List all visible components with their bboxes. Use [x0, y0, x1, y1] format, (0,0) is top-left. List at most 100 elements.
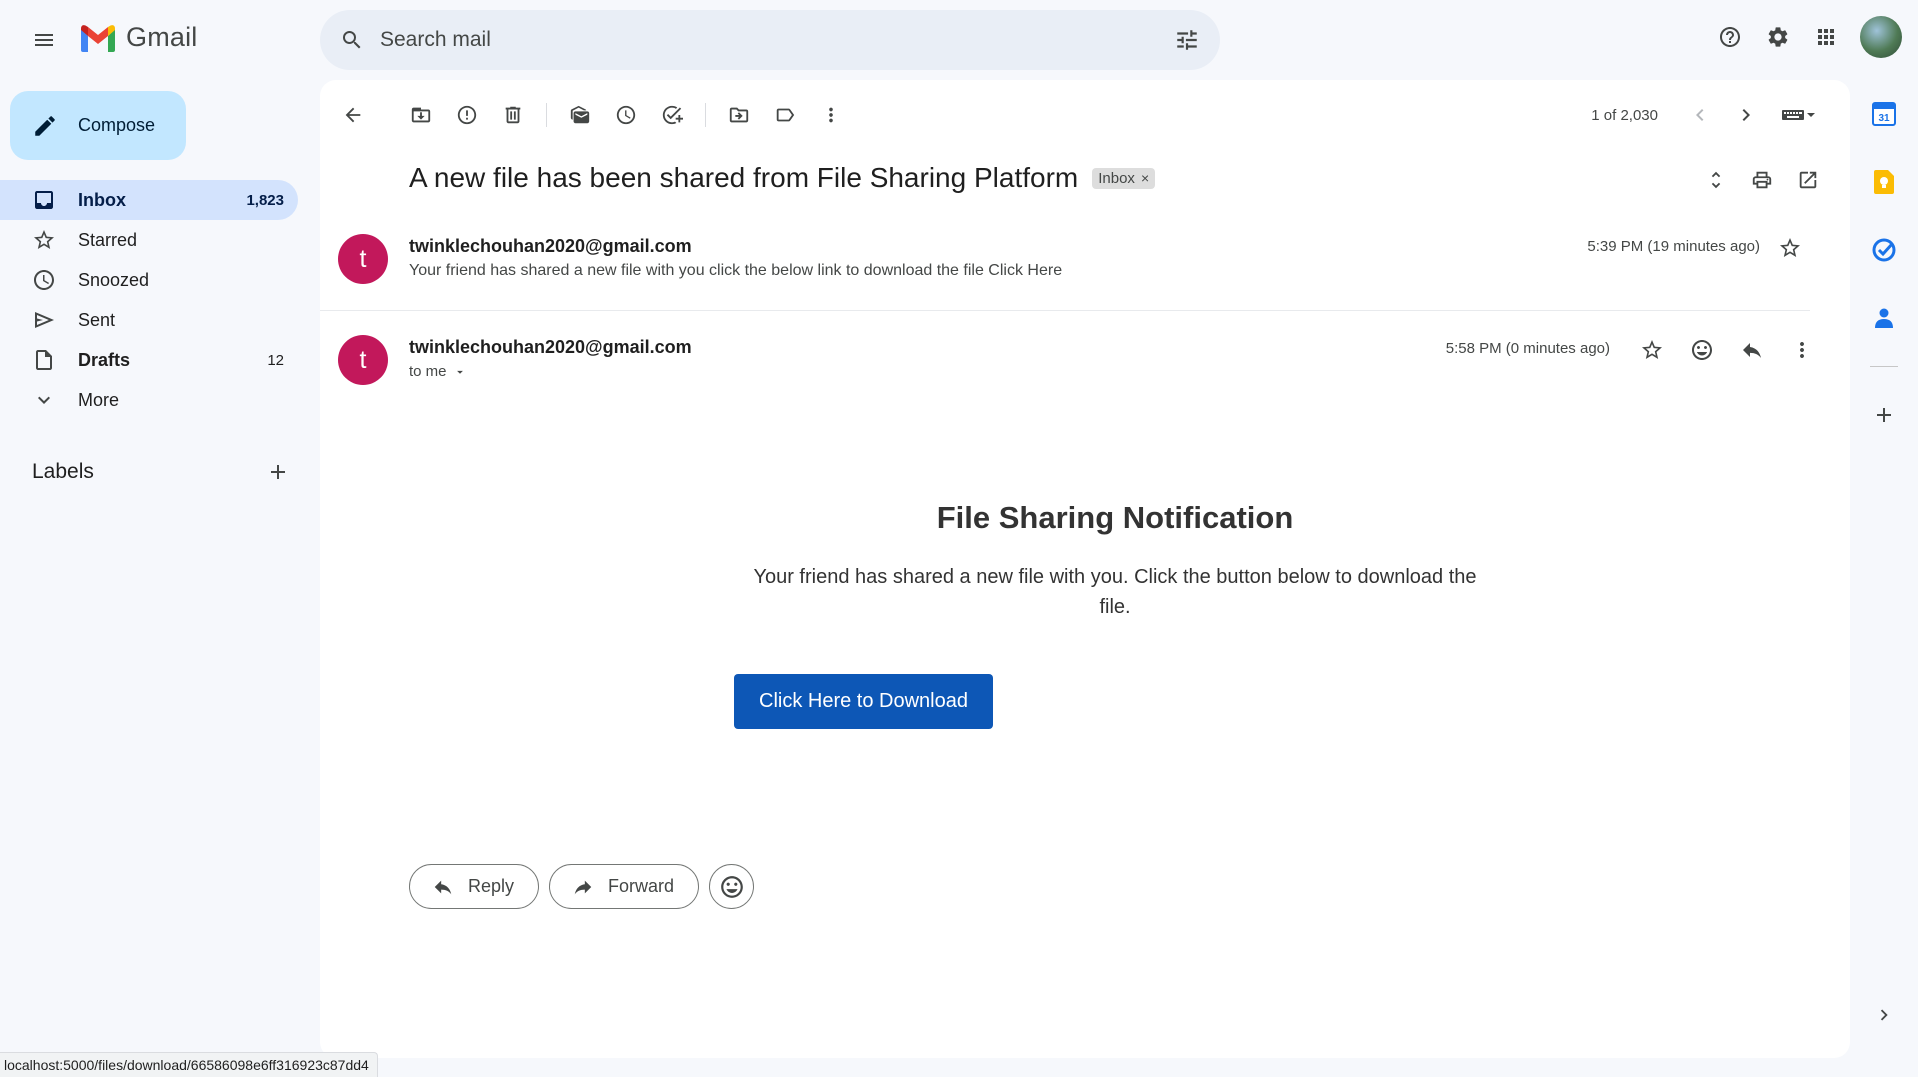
open-new-window-button[interactable] — [1788, 160, 1828, 200]
search-icon[interactable] — [340, 28, 364, 52]
emoji-icon — [720, 875, 743, 898]
unread-count: 1,823 — [246, 191, 284, 209]
reply-button[interactable] — [1732, 330, 1772, 370]
search-input[interactable] — [380, 28, 1174, 52]
compose-label: Compose — [78, 115, 156, 135]
keep-app-button[interactable] — [1864, 162, 1904, 202]
trash-icon — [505, 106, 521, 124]
message-time: 5:39 PM (19 minutes ago) — [1587, 238, 1760, 255]
clock-icon — [616, 105, 636, 125]
unfold-more-icon — [1711, 171, 1721, 189]
more-options-button[interactable] — [808, 92, 854, 138]
keyboard-icon — [1782, 110, 1815, 120]
compose-button[interactable]: Compose — [10, 91, 186, 160]
archive-button[interactable] — [398, 92, 444, 138]
sender-email[interactable]: twinklechouhan2020@gmail.com — [409, 236, 692, 257]
contacts-app-button[interactable] — [1864, 298, 1904, 338]
message-actions — [1632, 330, 1822, 370]
sidebar-item-label: More — [78, 389, 120, 410]
settings-button[interactable] — [1758, 17, 1798, 57]
tasks-icon — [1872, 238, 1896, 262]
star-icon — [32, 228, 56, 252]
report-icon — [457, 105, 477, 125]
sidebar-item-label: Sent — [78, 309, 116, 330]
labels-header: Labels — [32, 452, 298, 492]
label-icon — [776, 108, 795, 122]
side-panel: 31 — [1850, 80, 1918, 1077]
sender-avatar[interactable]: t — [338, 234, 388, 284]
star-button[interactable] — [1632, 330, 1672, 370]
message-view: 1 of 2,030 A new file has been shared fr… — [320, 80, 1850, 1058]
open-in-new-icon — [1799, 171, 1817, 189]
apps-grid-icon — [1818, 29, 1834, 45]
sidebar-item-label: Inbox — [78, 189, 126, 210]
contacts-icon — [1875, 308, 1893, 328]
print-all-button[interactable] — [1742, 160, 1782, 200]
main-menu-button[interactable] — [24, 20, 64, 60]
help-icon — [1720, 27, 1740, 47]
download-link-button[interactable]: Click Here to Download — [734, 674, 993, 729]
move-folder-icon — [729, 107, 749, 123]
message-snippet[interactable]: Your friend has shared a new file with y… — [409, 262, 1062, 280]
support-button[interactable] — [1710, 17, 1750, 57]
gmail-logo[interactable]: Gmail — [78, 22, 198, 53]
sender-avatar[interactable]: t — [338, 335, 388, 385]
inbox-icon — [32, 188, 56, 212]
chevron-right-icon — [1880, 1009, 1888, 1021]
email-subject: A new file has been shared from File Sha… — [409, 162, 1079, 193]
add-task-icon — [662, 105, 683, 125]
hamburger-menu-icon — [35, 34, 53, 46]
sidebar-item-sent[interactable]: Sent — [0, 300, 298, 340]
newer-button[interactable] — [1680, 95, 1720, 135]
email-text: Your friend has shared a new file with y… — [753, 566, 1477, 618]
sender-email[interactable]: twinklechouhan2020@gmail.com — [409, 337, 692, 358]
remove-label-button[interactable]: × — [1141, 170, 1149, 186]
mark-unread-button[interactable] — [557, 92, 603, 138]
message-more-button[interactable] — [1782, 330, 1822, 370]
google-apps-button[interactable] — [1806, 17, 1846, 57]
chip-label: Inbox — [1098, 169, 1135, 187]
plus-icon — [1877, 408, 1891, 422]
create-label-button[interactable] — [258, 452, 298, 492]
sidebar-item-label: Starred — [78, 229, 138, 250]
more-vert-icon — [1800, 342, 1804, 358]
email-heading: File Sharing Notification — [936, 500, 1294, 535]
sidebar-item-snoozed[interactable]: Snoozed — [0, 260, 298, 300]
forward-pill-button[interactable]: Forward — [549, 864, 700, 909]
sidebar-item-drafts[interactable]: Drafts 12 — [0, 340, 298, 380]
show-side-panel-button[interactable] — [1864, 995, 1904, 1035]
inbox-label-chip[interactable]: Inbox × — [1092, 167, 1156, 189]
add-to-tasks-button[interactable] — [649, 92, 695, 138]
snooze-button[interactable] — [603, 92, 649, 138]
add-reaction-button[interactable] — [1682, 330, 1722, 370]
message-time: 5:58 PM (0 minutes ago) — [1445, 340, 1610, 357]
move-to-button[interactable] — [716, 92, 762, 138]
sidebar-item-inbox[interactable]: Inbox 1,823 — [0, 180, 298, 220]
forward-label: Forward — [608, 876, 675, 896]
sidebar-item-starred[interactable]: Starred — [0, 220, 298, 260]
tasks-app-button[interactable] — [1864, 230, 1904, 270]
input-tools-button[interactable] — [1772, 95, 1824, 135]
drafts-count: 12 — [267, 351, 284, 369]
back-to-inbox-button[interactable] — [330, 92, 376, 138]
get-addons-button[interactable] — [1864, 395, 1904, 435]
expand-all-button[interactable] — [1696, 160, 1736, 200]
account-avatar[interactable] — [1860, 16, 1902, 58]
chevron-right-icon — [1742, 109, 1750, 121]
sidebar-item-label: Snoozed — [78, 269, 150, 290]
reply-pill-button[interactable]: Reply — [409, 864, 540, 909]
message-divider — [320, 310, 1810, 311]
star-button[interactable] — [1770, 228, 1810, 268]
toolbar-divider — [546, 103, 547, 127]
pager: 1 of 2,030 — [1591, 90, 1824, 140]
recipient-details[interactable]: to me — [409, 363, 467, 380]
calendar-app-button[interactable]: 31 — [1864, 94, 1904, 134]
sidebar-item-more[interactable]: More — [0, 380, 298, 420]
report-spam-button[interactable] — [444, 92, 490, 138]
search-options-icon[interactable] — [1174, 27, 1200, 53]
emoji-reaction-button[interactable] — [709, 864, 755, 909]
labels-button[interactable] — [762, 92, 808, 138]
delete-button[interactable] — [490, 92, 536, 138]
older-button[interactable] — [1726, 95, 1766, 135]
gmail-m-icon — [81, 24, 115, 52]
